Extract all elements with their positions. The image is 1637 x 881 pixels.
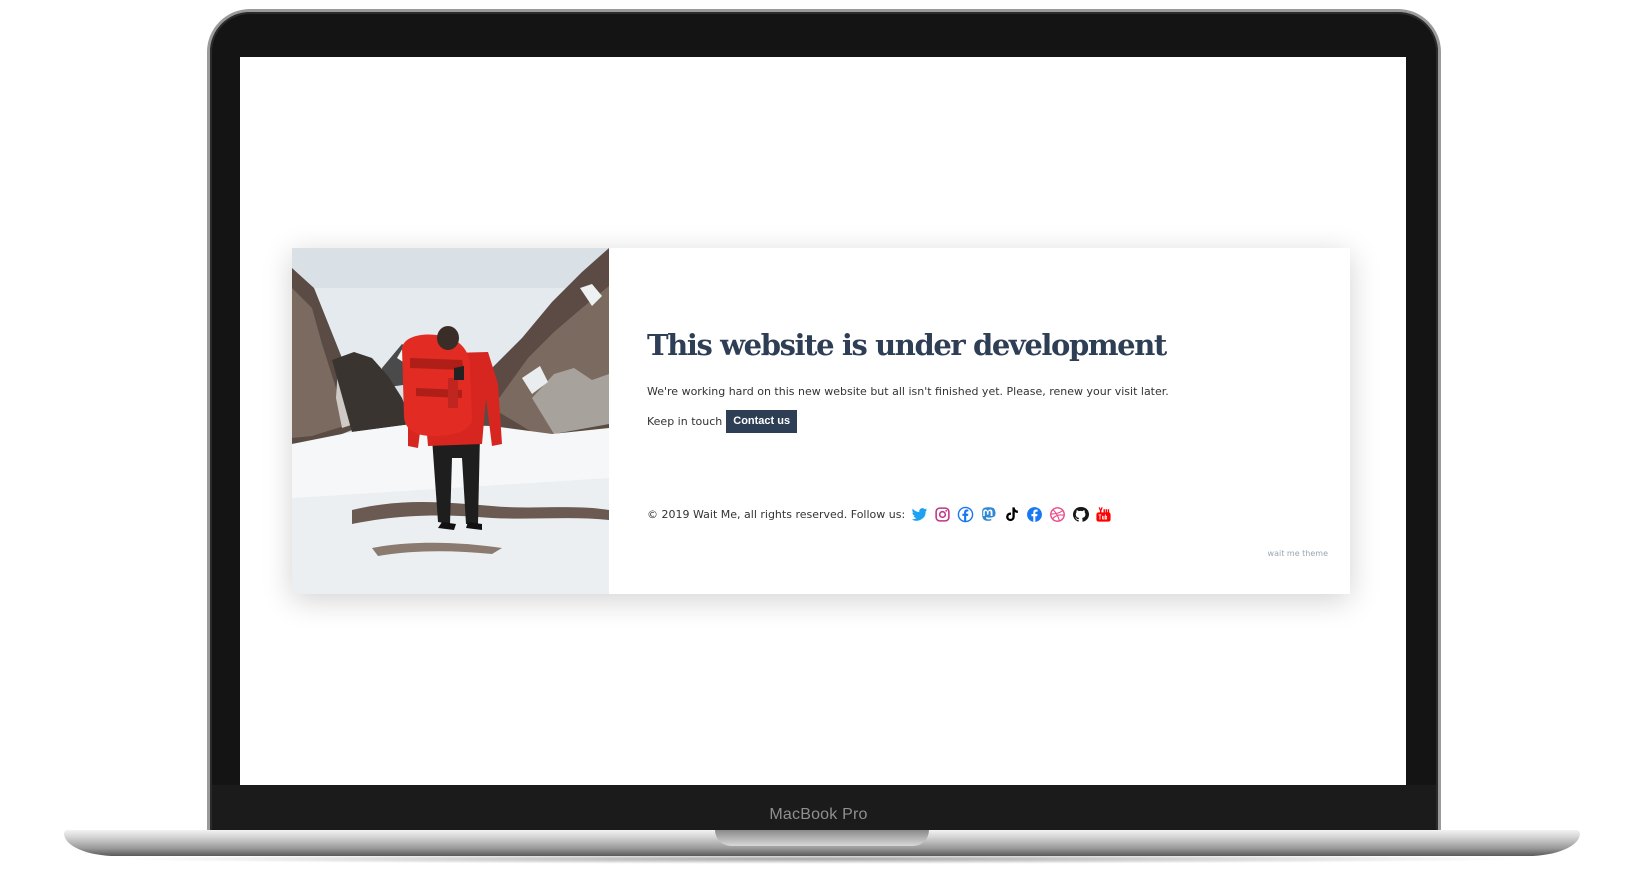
device-brand-label: MacBook Pro [769,806,868,823]
youtube-icon[interactable] [1095,506,1112,523]
copyright-text: © 2019 Wait Me, all rights reserved. Fol… [647,508,906,521]
stage: This website is under development We're … [0,0,1637,881]
mastodon-icon[interactable] [980,506,997,523]
hero-photo [292,248,609,594]
theme-credit[interactable]: wait me theme [1268,549,1328,558]
keep-in-touch-row: Keep in touch Contact us [647,410,798,433]
maintenance-card: This website is under development We're … [292,248,1350,594]
dribbble-icon[interactable] [1049,506,1066,523]
keep-in-touch-label: Keep in touch [647,415,723,428]
tiktok-icon[interactable] [1003,506,1020,523]
github-icon[interactable] [1072,506,1090,523]
contact-us-button[interactable]: Contact us [726,410,798,433]
lead-text: We're working hard on this new website b… [647,385,1169,398]
hiker-illustration [292,248,609,594]
facebook-icon[interactable] [1026,506,1043,523]
social-links [911,506,1112,523]
laptop-screen: This website is under development We're … [240,57,1406,785]
twitter-icon[interactable] [911,506,928,523]
facebook-icon[interactable] [957,506,974,523]
laptop-opening-notch [715,830,929,846]
page-title: This website is under development [647,328,1167,362]
footer: © 2019 Wait Me, all rights reserved. Fol… [647,506,1112,523]
instagram-icon[interactable] [934,506,951,523]
content-panel: This website is under development We're … [609,248,1350,594]
